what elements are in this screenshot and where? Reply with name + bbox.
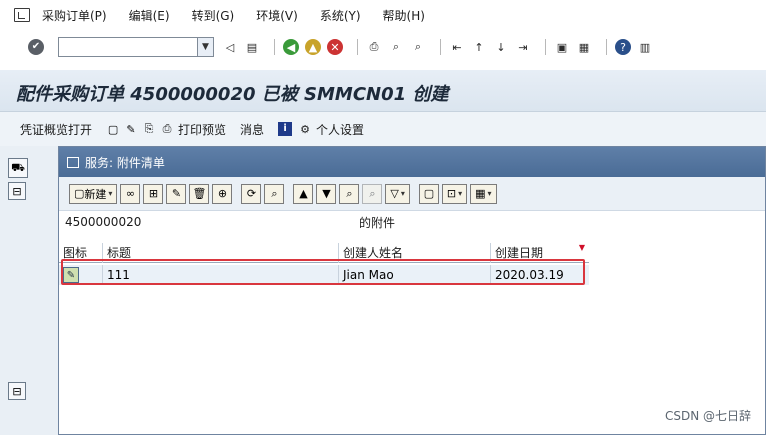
watermark: CSDN @七日辞 xyxy=(664,409,751,423)
cancel-icon[interactable]: ✕ xyxy=(327,39,343,55)
find-next-icon[interactable]: ⌕ xyxy=(410,39,426,55)
expand-header-icon[interactable]: ⊟ xyxy=(8,182,26,200)
dropdown-arrow-icon: ▾ xyxy=(487,189,492,198)
help-icon[interactable]: ? xyxy=(615,39,631,55)
last-page-icon[interactable]: ⇥ xyxy=(515,39,531,55)
personal-settings-label: 个人设置 xyxy=(316,122,365,137)
prev-page-icon[interactable]: ↑ xyxy=(471,39,487,55)
create-button[interactable]: ▢ 新建 ▾ xyxy=(69,183,118,204)
info-icon[interactable]: i xyxy=(278,122,293,136)
menu-purchase-order[interactable]: 采购订单(P) xyxy=(42,7,107,24)
standard-toolbar: ✔ ▼ ◁ ▤ ◀ ▲ ✕ ⎙ ⌕ ⌕ ⇤ ↑ ↓ ⇥ ▣ ▦ ? ▥ xyxy=(0,30,766,64)
document-info-row: 4500000020 的附件 xyxy=(59,211,765,233)
find-icon[interactable]: ⌕ xyxy=(388,39,404,55)
enter-icon[interactable]: ✔ xyxy=(28,39,44,55)
shortcut-icon[interactable]: ▦ xyxy=(576,39,592,55)
application-toolbar: 凭证概览打开 ▢ ✎ ⎘ ⎙ 打印预览 消息 i ⚙ 个人设置 xyxy=(0,112,766,146)
print-preview-label: 打印预览 xyxy=(178,122,227,137)
document-number: 4500000020 xyxy=(65,215,142,229)
find-next-icon[interactable]: ⌕ xyxy=(362,183,383,204)
title-bar: 配件采购订单 4500000020 已被 SMMCN01 创建 xyxy=(0,70,766,112)
dropdown-arrow-icon: ▾ xyxy=(108,189,113,198)
new-doc-icon: ▢ xyxy=(74,187,85,200)
link-icon[interactable]: ∞ xyxy=(120,183,141,204)
separator xyxy=(357,39,358,55)
new-document-icon[interactable]: ▢ xyxy=(106,122,120,136)
messages-button[interactable]: 消息 xyxy=(240,121,264,138)
cart-icon[interactable]: ⛟ xyxy=(8,158,28,178)
dropdown-arrow-icon: ▾ xyxy=(458,189,463,198)
attachment-list-dialog: 服务: 附件清单 ▢ 新建 ▾ ∞ ⊞ ✎ 🗑 ⊕ ⟳ ⌕ ▲ ▼ ⌕ ⌕ ▽ … xyxy=(58,146,766,435)
dialog-menu-icon[interactable] xyxy=(67,156,79,168)
select-icon[interactable]: ⌕ xyxy=(264,183,285,204)
command-field[interactable] xyxy=(58,37,198,57)
print-preview-icon: ⎙ xyxy=(162,122,172,135)
separator xyxy=(440,39,441,55)
page-title: 配件采购订单 4500000020 已被 SMMCN01 创建 xyxy=(16,84,449,105)
expand-items-icon[interactable]: ⊟ xyxy=(8,382,26,400)
menu-bar: 采购订单(P) 编辑(E) 转到(G) 环境(V) 系统(Y) 帮助(H) xyxy=(0,0,766,30)
dialog-title-bar: 服务: 附件清单 xyxy=(59,147,765,177)
dropdown-arrow-icon: ▾ xyxy=(400,189,405,198)
other-document-icon[interactable]: ⎘ xyxy=(142,122,156,136)
print-icon[interactable]: ⎙ xyxy=(366,39,382,55)
separator xyxy=(274,39,275,55)
layout-icon[interactable]: ▥ xyxy=(637,39,653,55)
display-icon[interactable]: ⊞ xyxy=(143,183,164,204)
dialog-toolbar: ▢ 新建 ▾ ∞ ⊞ ✎ 🗑 ⊕ ⟳ ⌕ ▲ ▼ ⌕ ⌕ ▽ ▾ ▢ ⊡ ▾ ▦… xyxy=(59,177,765,211)
back-icon[interactable]: ◀ xyxy=(283,39,299,55)
layout-button[interactable]: ▦ ▾ xyxy=(470,183,497,204)
create-session-icon[interactable]: ▣ xyxy=(554,39,570,55)
sort-ascending-icon[interactable]: ▲ xyxy=(293,183,314,204)
details-icon[interactable]: ⊕ xyxy=(212,183,233,204)
change-display-icon[interactable]: ✎ xyxy=(124,122,138,136)
menu-help[interactable]: 帮助(H) xyxy=(383,7,425,24)
dialog-title: 服务: 附件清单 xyxy=(85,155,165,170)
save-icon[interactable]: ▤ xyxy=(244,39,260,55)
separator xyxy=(545,39,546,55)
overview-button[interactable]: 凭证概览打开 xyxy=(20,121,92,138)
filter-button[interactable]: ▽ ▾ xyxy=(385,183,410,204)
personal-settings-icon: ⚙ xyxy=(300,122,310,136)
menu-system[interactable]: 系统(Y) xyxy=(320,7,361,24)
export-icon: ⊡ xyxy=(446,187,457,200)
print-preview-button[interactable]: ⎙ 打印预览 xyxy=(160,121,226,138)
print-icon[interactable]: ▢ xyxy=(418,183,439,204)
sort-descending-icon[interactable]: ▼ xyxy=(316,183,337,204)
create-label: 新建 xyxy=(84,187,107,201)
edit-icon[interactable]: ✎ xyxy=(166,183,187,204)
back-arrow-icon[interactable]: ◁ xyxy=(222,39,238,55)
exit-icon[interactable]: ▲ xyxy=(305,39,321,55)
personal-settings-button[interactable]: ⚙ 个人设置 xyxy=(298,121,364,138)
find-icon[interactable]: ⌕ xyxy=(339,183,360,204)
first-page-icon[interactable]: ⇤ xyxy=(449,39,465,55)
export-button[interactable]: ⊡ ▾ xyxy=(441,183,468,204)
refresh-icon[interactable]: ⟳ xyxy=(241,183,262,204)
layout-icon: ▦ xyxy=(475,187,486,200)
next-page-icon[interactable]: ↓ xyxy=(493,39,509,55)
sort-indicator-icon: ▼ xyxy=(578,242,585,252)
system-menu-icon[interactable] xyxy=(14,8,30,22)
menu-goto[interactable]: 转到(G) xyxy=(192,7,235,24)
separator xyxy=(606,39,607,55)
menu-edit[interactable]: 编辑(E) xyxy=(129,7,170,24)
command-dropdown-icon[interactable]: ▼ xyxy=(198,37,214,57)
delete-icon[interactable]: 🗑 xyxy=(189,183,210,204)
filter-icon: ▽ xyxy=(390,187,399,200)
highlight-box xyxy=(61,259,585,285)
attachments-label: 的附件 xyxy=(359,215,396,230)
menu-environment[interactable]: 环境(V) xyxy=(256,7,298,24)
